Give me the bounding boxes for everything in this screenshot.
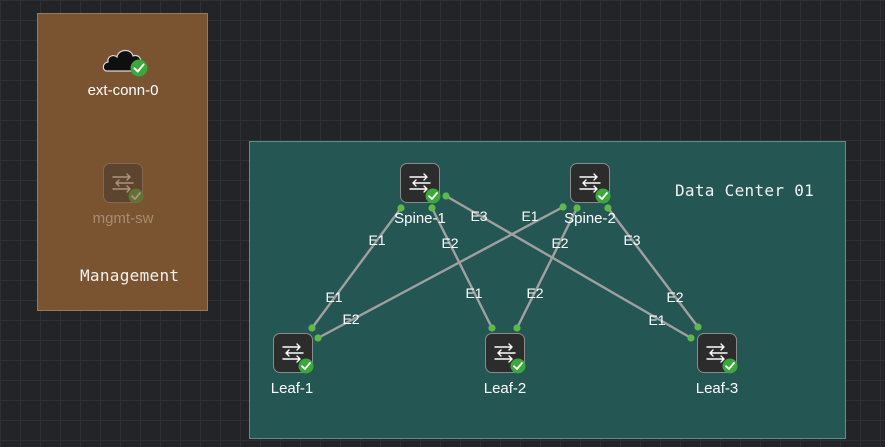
status-ok-icon: [595, 188, 611, 204]
link-spine2-leaf3[interactable]: [607, 207, 699, 328]
port-label: E2: [441, 235, 459, 251]
port-label: E1: [325, 289, 343, 305]
status-ok-icon: [425, 188, 441, 204]
port-dot[interactable]: [694, 323, 702, 331]
mgmt-sw-label: mgmt-sw: [92, 210, 154, 227]
link-spine1-leaf1[interactable]: [311, 207, 402, 329]
spine-1-label: Spine-1: [394, 210, 446, 227]
status-ok-icon: [722, 358, 738, 374]
status-ok-icon: [130, 59, 148, 77]
mgmt-sw-node[interactable]: [103, 163, 144, 204]
port-label: E2: [342, 311, 360, 327]
port-label: E3: [470, 208, 488, 224]
leaf-2-label: Leaf-2: [483, 380, 527, 397]
port-label: E2: [526, 285, 544, 301]
leaf-3-node[interactable]: [697, 333, 738, 374]
port-dot[interactable]: [314, 334, 322, 342]
ext-conn-0-node[interactable]: [101, 44, 149, 80]
port-dot[interactable]: [442, 192, 450, 200]
port-label: E1: [648, 312, 666, 328]
leaf-3-label: Leaf-3: [695, 380, 739, 397]
leaf-1-label: Leaf-1: [270, 380, 314, 397]
spine-2-label: Spine-2: [564, 210, 616, 227]
port-label: E1: [465, 285, 483, 301]
status-ok-icon: [510, 358, 526, 374]
port-label: E3: [623, 232, 641, 248]
port-dot[interactable]: [687, 334, 695, 342]
port-label: E1: [521, 208, 539, 224]
spine-1-node[interactable]: [400, 163, 441, 204]
port-label: E2: [551, 235, 569, 251]
port-label: E2: [666, 289, 684, 305]
ext-conn-0-label: ext-conn-0: [87, 82, 159, 99]
status-ok-icon: [298, 358, 314, 374]
port-label: E1: [368, 232, 386, 248]
port-dot[interactable]: [308, 324, 316, 332]
spine-2-node[interactable]: [570, 163, 611, 204]
port-dot[interactable]: [513, 324, 521, 332]
status-ok-icon: [128, 188, 144, 204]
port-dot[interactable]: [488, 324, 496, 332]
leaf-2-node[interactable]: [485, 333, 526, 374]
leaf-1-node[interactable]: [273, 333, 314, 374]
